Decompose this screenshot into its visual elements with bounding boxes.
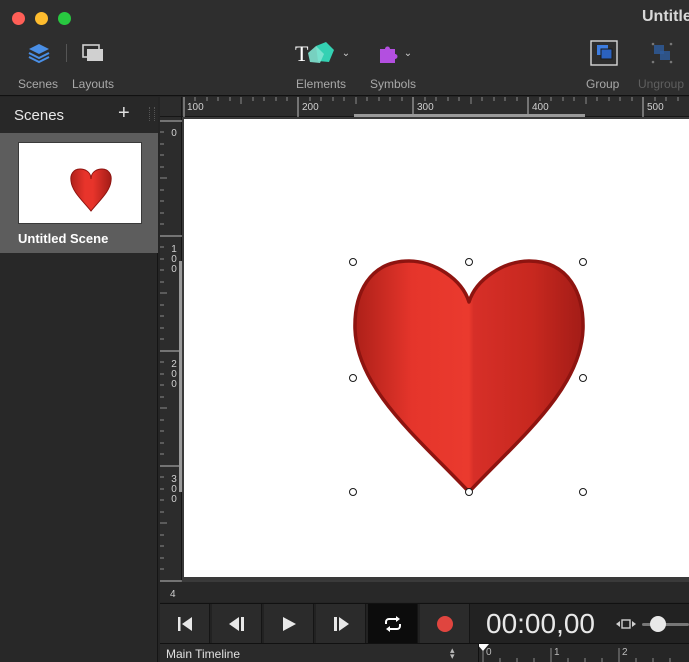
layouts-toolbar-button[interactable] bbox=[79, 40, 109, 66]
slider-knob[interactable] bbox=[650, 616, 666, 632]
timeline-selector[interactable]: Main Timeline bbox=[166, 647, 240, 661]
record-button[interactable] bbox=[420, 604, 470, 644]
chevron-down-icon: ⌄ bbox=[341, 47, 351, 59]
ungroup-icon bbox=[651, 42, 673, 64]
resize-handle-bottom[interactable] bbox=[465, 488, 473, 496]
layouts-toolbar-label: Layouts bbox=[72, 77, 115, 91]
record-icon bbox=[436, 616, 453, 632]
elements-icon: T bbox=[295, 41, 334, 66]
ruler-label: 4 bbox=[170, 589, 176, 600]
zoom-timeline-icon[interactable] bbox=[615, 617, 637, 631]
ruler-label: 400 bbox=[532, 102, 549, 113]
canvas-bottom-strip bbox=[160, 582, 689, 602]
svg-text:T: T bbox=[295, 41, 309, 66]
elements-toolbar-label: Elements bbox=[296, 77, 347, 91]
ruler-label: 200 bbox=[302, 102, 319, 113]
toolbar-divider bbox=[66, 44, 67, 62]
window-title: Untitled bbox=[642, 8, 689, 25]
scene-list-item[interactable]: Untitled Scene bbox=[0, 133, 158, 253]
resize-handle-right[interactable] bbox=[579, 374, 587, 382]
resize-handle-bottom-right[interactable] bbox=[579, 488, 587, 496]
scenes-toolbar-button[interactable] bbox=[24, 40, 54, 66]
sidebar-resize-grip[interactable] bbox=[149, 107, 155, 121]
add-scene-button[interactable]: + bbox=[118, 103, 130, 123]
previous-frame-button[interactable] bbox=[212, 604, 262, 644]
timeline-header: Main Timeline ▴ ▾ 0 1 2 bbox=[160, 643, 689, 662]
toolbar: Untitled Scenes Layouts T bbox=[0, 0, 689, 96]
timeline-ticks bbox=[479, 644, 671, 662]
ruler-label: 3 0 0 bbox=[171, 474, 177, 505]
ruler-label: 500 bbox=[647, 102, 664, 113]
ruler-label: 0 bbox=[171, 128, 177, 139]
resize-handle-left[interactable] bbox=[349, 374, 357, 382]
symbols-toolbar-label: Symbols bbox=[370, 77, 417, 91]
timeline-tick-label: 0 bbox=[486, 647, 492, 658]
scene-canvas[interactable] bbox=[184, 119, 689, 577]
elements-toolbar-button[interactable]: T ⌄ bbox=[290, 39, 354, 67]
ungroup-toolbar-button[interactable] bbox=[646, 38, 678, 68]
loop-icon bbox=[384, 616, 401, 632]
timeline-tick-label: 2 bbox=[622, 647, 628, 658]
group-toolbar-button[interactable] bbox=[588, 38, 620, 68]
ruler-label: 100 bbox=[187, 102, 204, 113]
layouts-icon bbox=[82, 44, 103, 61]
resize-handle-top[interactable] bbox=[465, 258, 473, 266]
scene-thumbnail bbox=[18, 142, 142, 224]
ruler-label: 300 bbox=[417, 102, 434, 113]
timecode-display: 00:00,00 bbox=[486, 608, 595, 639]
minimize-window-button[interactable] bbox=[35, 12, 48, 25]
group-toolbar-label: Group bbox=[586, 77, 620, 91]
resize-handle-top-right[interactable] bbox=[579, 258, 587, 266]
heart-thumbnail-icon bbox=[70, 168, 112, 212]
play-button[interactable] bbox=[264, 604, 314, 644]
go-to-start-button[interactable] bbox=[160, 604, 210, 644]
loop-toggle-button[interactable] bbox=[368, 604, 418, 644]
scenes-sidebar: Scenes + Untitled Scene bbox=[0, 97, 158, 662]
step-forward-icon bbox=[333, 617, 349, 631]
ruler-ticks bbox=[160, 120, 182, 582]
resize-handle-bottom-left[interactable] bbox=[349, 488, 357, 496]
scene-name: Untitled Scene bbox=[18, 231, 109, 246]
puzzle-piece-icon bbox=[379, 46, 398, 63]
ruler-corner bbox=[160, 97, 182, 117]
scenes-sidebar-header: Scenes + bbox=[0, 97, 158, 133]
resize-handle-top-left[interactable] bbox=[349, 258, 357, 266]
layers-icon bbox=[28, 44, 50, 64]
play-icon bbox=[282, 617, 296, 631]
ruler-label: 2 0 0 bbox=[171, 359, 177, 390]
group-icon bbox=[590, 40, 618, 66]
symbols-toolbar-button[interactable]: ⌄ bbox=[372, 39, 416, 67]
vertical-ruler: 0 1 0 0 2 0 0 3 0 0 bbox=[160, 117, 182, 582]
step-back-icon bbox=[228, 617, 244, 631]
ungroup-toolbar-label: Ungroup bbox=[638, 77, 685, 91]
chevron-updown-icon[interactable]: ▴ ▾ bbox=[450, 646, 455, 661]
playback-controls: 00:00,00 bbox=[160, 603, 689, 644]
horizontal-ruler: 100 200 300 400 500 bbox=[182, 97, 689, 117]
ruler-label: 1 0 0 bbox=[171, 244, 177, 275]
app-window: Untitled Scenes Layouts T bbox=[0, 0, 689, 662]
scenes-toolbar-label: Scenes bbox=[18, 77, 59, 91]
next-frame-button[interactable] bbox=[316, 604, 366, 644]
timeline-tick-label: 1 bbox=[554, 647, 560, 658]
chevron-down-icon: ⌄ bbox=[403, 47, 413, 59]
skip-to-start-icon bbox=[177, 617, 192, 631]
scenes-sidebar-title: Scenes bbox=[14, 107, 65, 124]
maximize-window-button[interactable] bbox=[58, 12, 71, 25]
heart-shape[interactable] bbox=[184, 119, 689, 577]
timeline-ruler[interactable]: 0 1 2 bbox=[478, 644, 689, 662]
ruler-ticks bbox=[183, 97, 679, 117]
close-window-button[interactable] bbox=[12, 12, 25, 25]
